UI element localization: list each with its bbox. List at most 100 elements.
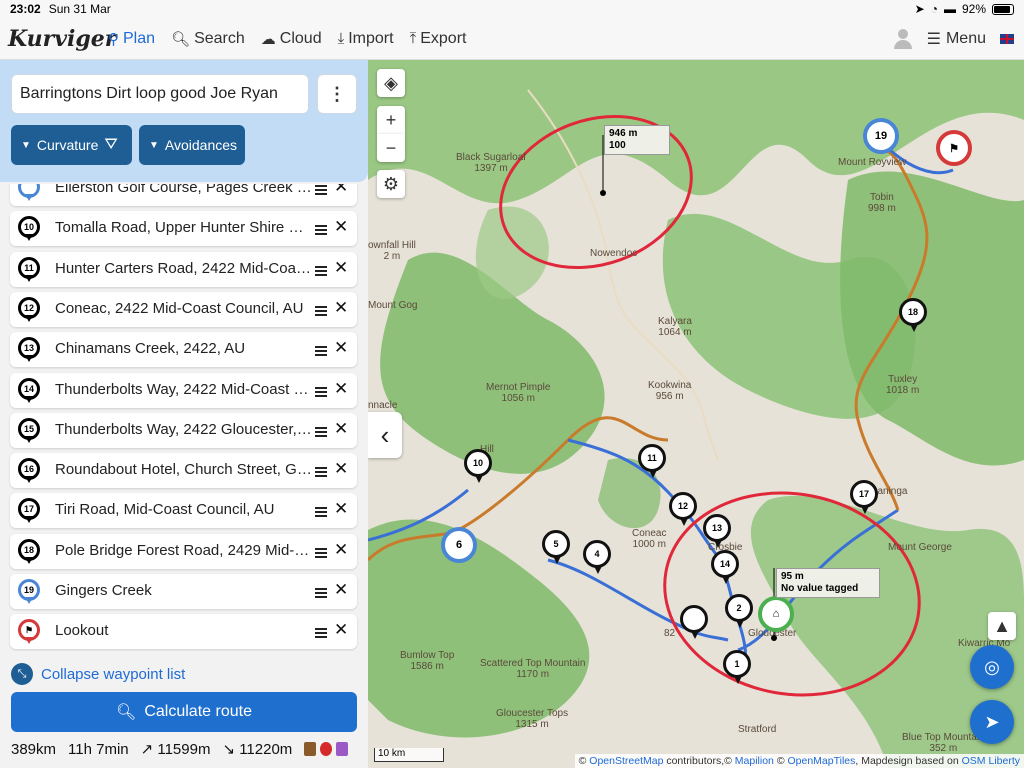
map-view[interactable]: Black Sugarloaf 1397 m Nowendoc Mount Royvi… bbox=[368, 60, 1024, 768]
nav-search[interactable]: 🔍︎ Search bbox=[171, 30, 245, 48]
waypoint-marker[interactable]: 4 bbox=[583, 540, 611, 574]
waypoint-pin-icon: 12 bbox=[18, 296, 42, 322]
locate-me-button[interactable]: ◎ bbox=[970, 645, 1014, 689]
nav-plan[interactable]: ⚲ Plan bbox=[108, 30, 155, 48]
calculate-route-button[interactable]: 🔍︎ Calculate route bbox=[11, 692, 357, 732]
drag-handle-icon[interactable] bbox=[315, 467, 327, 479]
avoidances-dropdown[interactable]: ▼ Avoidances bbox=[139, 125, 245, 165]
remove-waypoint-icon[interactable]: ✕ bbox=[334, 298, 348, 318]
waypoint-marker[interactable]: 2 bbox=[725, 594, 753, 628]
waypoint-label[interactable]: Pole Bridge Forest Road, 2429 Mid-Coast … bbox=[55, 542, 313, 559]
waypoint-marker[interactable]: 11 bbox=[638, 444, 666, 478]
attrib-omt-link[interactable]: OpenMapTiles bbox=[787, 755, 855, 767]
route-warnings[interactable] bbox=[304, 742, 349, 756]
attrib-liberty-link[interactable]: OSM Liberty bbox=[962, 755, 1020, 767]
home-marker[interactable]: ⌂ bbox=[758, 596, 794, 632]
attrib-text: contributors,© bbox=[666, 755, 732, 767]
waypoint-item[interactable]: ⚑ Lookout ✕ bbox=[10, 614, 357, 650]
waypoint-marker[interactable]: 18 bbox=[899, 298, 927, 332]
waypoint-label[interactable]: Tomalla Road, Upper Hunter Shire Council… bbox=[55, 219, 313, 236]
navigate-button[interactable]: ➤ bbox=[970, 700, 1014, 744]
waypoint-marker-6[interactable]: 6 bbox=[441, 527, 477, 563]
zoom-out-button[interactable]: − bbox=[377, 134, 405, 162]
waypoint-item[interactable]: 11 Hunter Carters Road, 2422 Mid-Coast Co… bbox=[10, 251, 357, 287]
remove-waypoint-icon[interactable]: ✕ bbox=[334, 580, 348, 600]
language-flag-icon[interactable] bbox=[1000, 33, 1014, 44]
route-name-input[interactable]: Barringtons Dirt loop good Joe Ryan bbox=[11, 74, 309, 114]
nav-import[interactable]: ⤓ Import bbox=[338, 30, 394, 48]
waypoint-item[interactable]: 13 Chinamans Creek, 2422, AU ✕ bbox=[10, 332, 357, 368]
remove-waypoint-icon[interactable]: ✕ bbox=[334, 258, 348, 278]
curvature-dropdown[interactable]: ▼ Curvature ⛛ bbox=[11, 125, 132, 165]
collapse-waypoints-link[interactable]: ⤡ Collapse waypoint list bbox=[11, 663, 185, 685]
waypoint-marker-19[interactable]: 19 bbox=[863, 118, 899, 154]
drag-handle-icon[interactable] bbox=[315, 305, 327, 318]
waypoint-label[interactable]: Thunderbolts Way, 2422 Gloucester, AU bbox=[55, 421, 313, 438]
waypoint-item[interactable]: 15 Thunderbolts Way, 2422 Gloucester, AU ✕ bbox=[10, 412, 357, 448]
waypoint-item[interactable]: 10 Tomalla Road, Upper Hunter Shire Counc… bbox=[10, 211, 357, 247]
waypoint-marker[interactable]: 5 bbox=[542, 530, 570, 564]
collapse-panel-button[interactable]: ‹ bbox=[368, 412, 402, 458]
waypoint-label[interactable]: Roundabout Hotel, Church Street, Glouces… bbox=[55, 461, 313, 478]
drag-handle-icon[interactable] bbox=[315, 426, 327, 439]
remove-waypoint-icon[interactable]: ✕ bbox=[334, 540, 348, 560]
layers-button[interactable]: ◈ bbox=[377, 69, 405, 97]
location-icon: ➤ bbox=[914, 2, 925, 16]
remove-waypoint-icon[interactable]: ✕ bbox=[334, 217, 348, 237]
app-logo[interactable]: Kurviger bbox=[8, 26, 116, 52]
remove-waypoint-icon[interactable]: ✕ bbox=[334, 379, 348, 399]
nav-export[interactable]: ⤒ Export bbox=[410, 30, 467, 48]
waypoint-item[interactable]: 12 Coneac, 2422 Mid-Coast Council, AU ✕ bbox=[10, 291, 357, 327]
ascent-value: ↗ 11599m bbox=[140, 741, 211, 758]
waypoint-item[interactable]: 19 Gingers Creek ✕ bbox=[10, 574, 357, 609]
waypoint-item[interactable]: 16 Roundabout Hotel, Church Street, Glouc… bbox=[10, 453, 357, 489]
waypoint-label[interactable]: Tiri Road, Mid-Coast Council, AU bbox=[55, 501, 313, 518]
elevation-profile-button[interactable]: ▲ bbox=[988, 612, 1016, 640]
remove-waypoint-icon[interactable]: ✕ bbox=[334, 459, 348, 479]
waypoint-label[interactable]: Thunderbolts Way, 2422 Mid-Coast Council… bbox=[55, 381, 313, 398]
remove-waypoint-icon[interactable]: ✕ bbox=[334, 620, 348, 640]
remove-waypoint-icon[interactable]: ✕ bbox=[334, 499, 348, 519]
waypoint-label[interactable]: Hunter Carters Road, 2422 Mid-Coast Coun… bbox=[55, 260, 313, 277]
waypoint-marker[interactable]: 10 bbox=[464, 449, 492, 483]
waypoint-label[interactable]: Chinamans Creek, 2422, AU bbox=[55, 340, 313, 357]
remove-waypoint-icon[interactable]: ✕ bbox=[334, 184, 348, 197]
waypoint-marker[interactable]: 13 bbox=[703, 514, 731, 548]
zoom-in-button[interactable]: + bbox=[377, 106, 405, 134]
waypoint-label[interactable]: Coneac, 2422 Mid-Coast Council, AU bbox=[55, 300, 313, 317]
tooltip-elevation: 95 m bbox=[781, 571, 804, 582]
remove-waypoint-icon[interactable]: ✕ bbox=[334, 419, 348, 439]
finish-flag-marker[interactable]: ⚑ bbox=[936, 130, 972, 166]
waypoint-marker[interactable] bbox=[680, 605, 708, 639]
waypoint-label[interactable]: Lookout bbox=[55, 622, 313, 639]
remove-waypoint-icon[interactable]: ✕ bbox=[334, 338, 348, 358]
drag-handle-icon[interactable] bbox=[315, 265, 327, 278]
waypoint-marker[interactable]: 12 bbox=[669, 492, 697, 526]
map-place-label-line: 352 m bbox=[929, 743, 958, 754]
waypoint-item[interactable]: 17 Tiri Road, Mid-Coast Council, AU ✕ bbox=[10, 493, 357, 529]
drag-handle-icon[interactable] bbox=[315, 225, 327, 237]
waypoint-marker[interactable]: 1 bbox=[723, 650, 751, 684]
route-options-button[interactable]: ⋮ bbox=[317, 74, 357, 114]
avatar[interactable] bbox=[893, 28, 913, 50]
waypoint-label[interactable]: Gingers Creek bbox=[55, 582, 313, 599]
drag-handle-icon[interactable] bbox=[315, 507, 327, 519]
nav-cloud[interactable]: ☁ Cloud bbox=[261, 30, 322, 48]
attrib-osm-link[interactable]: OpenStreetMap bbox=[589, 755, 663, 767]
drag-handle-icon[interactable] bbox=[315, 588, 327, 600]
waypoint-marker[interactable]: 14 bbox=[711, 550, 739, 584]
drag-handle-icon[interactable] bbox=[315, 185, 327, 197]
waypoint-marker[interactable]: 17 bbox=[850, 480, 878, 514]
drag-handle-icon[interactable] bbox=[315, 547, 327, 560]
drag-handle-icon[interactable] bbox=[315, 346, 327, 358]
settings-button[interactable]: ⚙ bbox=[377, 170, 405, 198]
waypoint-label[interactable]: Ellerston Golf Course, Pages Creek Road bbox=[55, 184, 313, 196]
waypoint-item[interactable]: 14 Thunderbolts Way, 2422 Mid-Coast Counc… bbox=[10, 372, 357, 408]
attrib-mapilion-link[interactable]: Mapilion bbox=[735, 755, 774, 767]
drag-handle-icon[interactable] bbox=[315, 628, 327, 640]
waypoint-item[interactable]: 18 Pole Bridge Forest Road, 2429 Mid-Coas… bbox=[10, 533, 357, 569]
waypoint-item[interactable]: Ellerston Golf Course, Pages Creek Road ✕ bbox=[10, 184, 357, 206]
drag-handle-icon[interactable] bbox=[315, 386, 327, 399]
map-place-label-line: 1064 m bbox=[658, 327, 692, 338]
menu-button[interactable]: ☰ Menu bbox=[927, 29, 986, 49]
